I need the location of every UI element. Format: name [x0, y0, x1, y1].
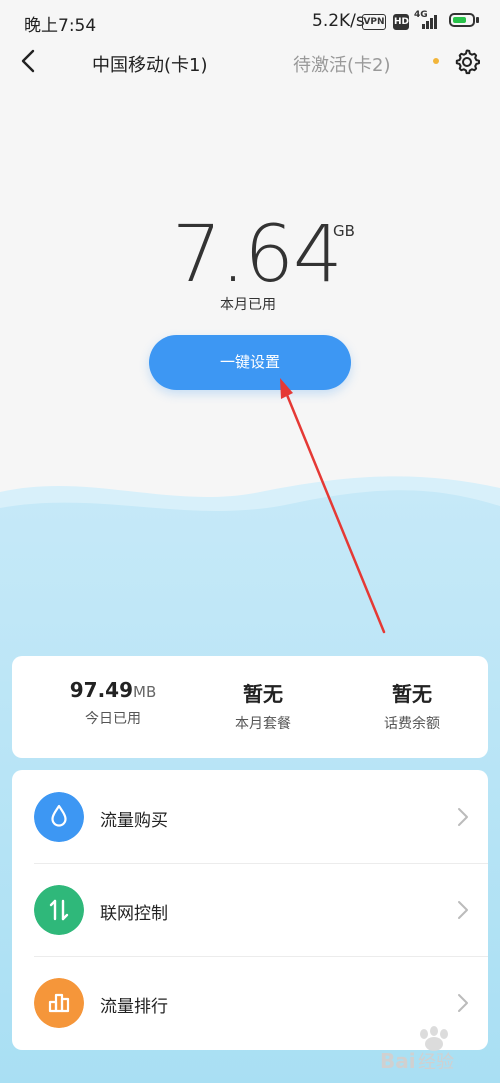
one-click-setup-button[interactable]: 一键设置	[149, 335, 351, 390]
battery-icon	[449, 13, 475, 27]
usage-value: 7.64	[172, 210, 343, 300]
today-usage-label: 今日已用	[85, 711, 141, 727]
gear-icon[interactable]	[453, 47, 481, 75]
signal-icon	[422, 13, 442, 29]
baidu-watermark-logo: Bai 经验	[380, 1026, 454, 1073]
chevron-right-icon	[458, 994, 468, 1012]
hd-icon: HD	[393, 14, 409, 30]
today-usage-value: 97.49	[69, 678, 134, 702]
usage-label: 本月已用	[220, 297, 276, 313]
vpn-icon: VPN	[362, 14, 386, 30]
usage-unit: GB	[333, 222, 355, 240]
function-menu: 流量购买 联网控制 流量排行	[12, 770, 488, 1050]
chevron-right-icon	[458, 901, 468, 919]
tab-sim1[interactable]: 中国移动(卡1)	[92, 51, 208, 77]
menu-item-network-control[interactable]: 联网控制	[12, 863, 488, 956]
menu-label: 流量购买	[100, 811, 168, 831]
balance[interactable]: 暂无 话费余额	[337, 678, 487, 733]
bar-chart-icon	[34, 978, 84, 1028]
menu-item-data-purchase[interactable]: 流量购买	[12, 770, 488, 863]
usage-summary-card: 97.49MB 今日已用 暂无 本月套餐 暂无 话费余额	[12, 656, 488, 758]
battery-cap	[476, 17, 479, 23]
menu-label: 流量排行	[100, 997, 168, 1017]
monthly-plan[interactable]: 暂无 本月套餐	[188, 678, 338, 733]
notification-dot	[433, 58, 439, 64]
monthly-plan-value: 暂无	[243, 682, 283, 706]
monthly-plan-label: 本月套餐	[235, 716, 291, 732]
back-icon[interactable]	[14, 46, 44, 76]
balance-label: 话费余额	[384, 716, 440, 732]
network-speed: 5.2K/s	[312, 11, 365, 31]
status-bar: 晚上7:54 5.2K/s VPN HD 4G	[0, 0, 500, 44]
balance-value: 暂无	[392, 682, 432, 706]
monthly-usage: 7.64 GB 本月已用	[0, 210, 500, 320]
tab-sim2[interactable]: 待激活(卡2)	[293, 51, 391, 77]
water-drop-icon	[34, 792, 84, 842]
svg-text:Bai: Bai	[380, 1049, 416, 1073]
chevron-right-icon	[458, 808, 468, 826]
status-time: 晚上7:54	[24, 16, 97, 36]
up-down-arrows-icon	[34, 885, 84, 935]
svg-text:经验: 经验	[418, 1052, 454, 1073]
today-usage[interactable]: 97.49MB 今日已用	[38, 678, 188, 728]
top-bar: 中国移动(卡1) 待激活(卡2)	[0, 44, 500, 100]
today-usage-unit: MB	[133, 683, 157, 701]
menu-label: 联网控制	[100, 904, 168, 924]
